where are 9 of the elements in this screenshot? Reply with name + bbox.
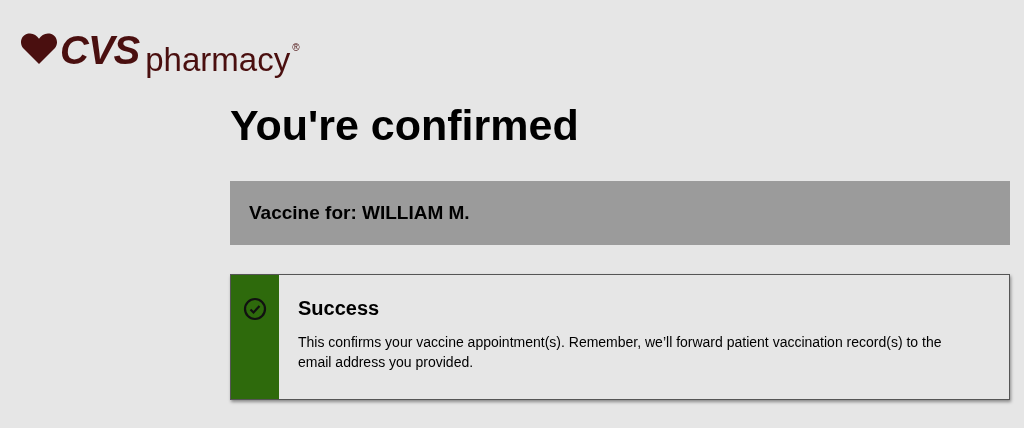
logo-product: pharmacy (145, 43, 291, 76)
page-heading: You're confirmed (230, 104, 579, 147)
registered-mark: ® (292, 41, 300, 55)
alert-title: Success (298, 296, 381, 321)
alert-message: This confirms your vaccine appointment(s). Remember, we’ll forward patient vaccination record(s) to the email address you provided. (298, 333, 943, 372)
logo-brand: CVS (60, 30, 140, 70)
check-circle-icon (243, 297, 267, 321)
heart-icon (20, 32, 58, 64)
patient-bar: Vaccine for: WILLIAM M. (230, 181, 1010, 245)
